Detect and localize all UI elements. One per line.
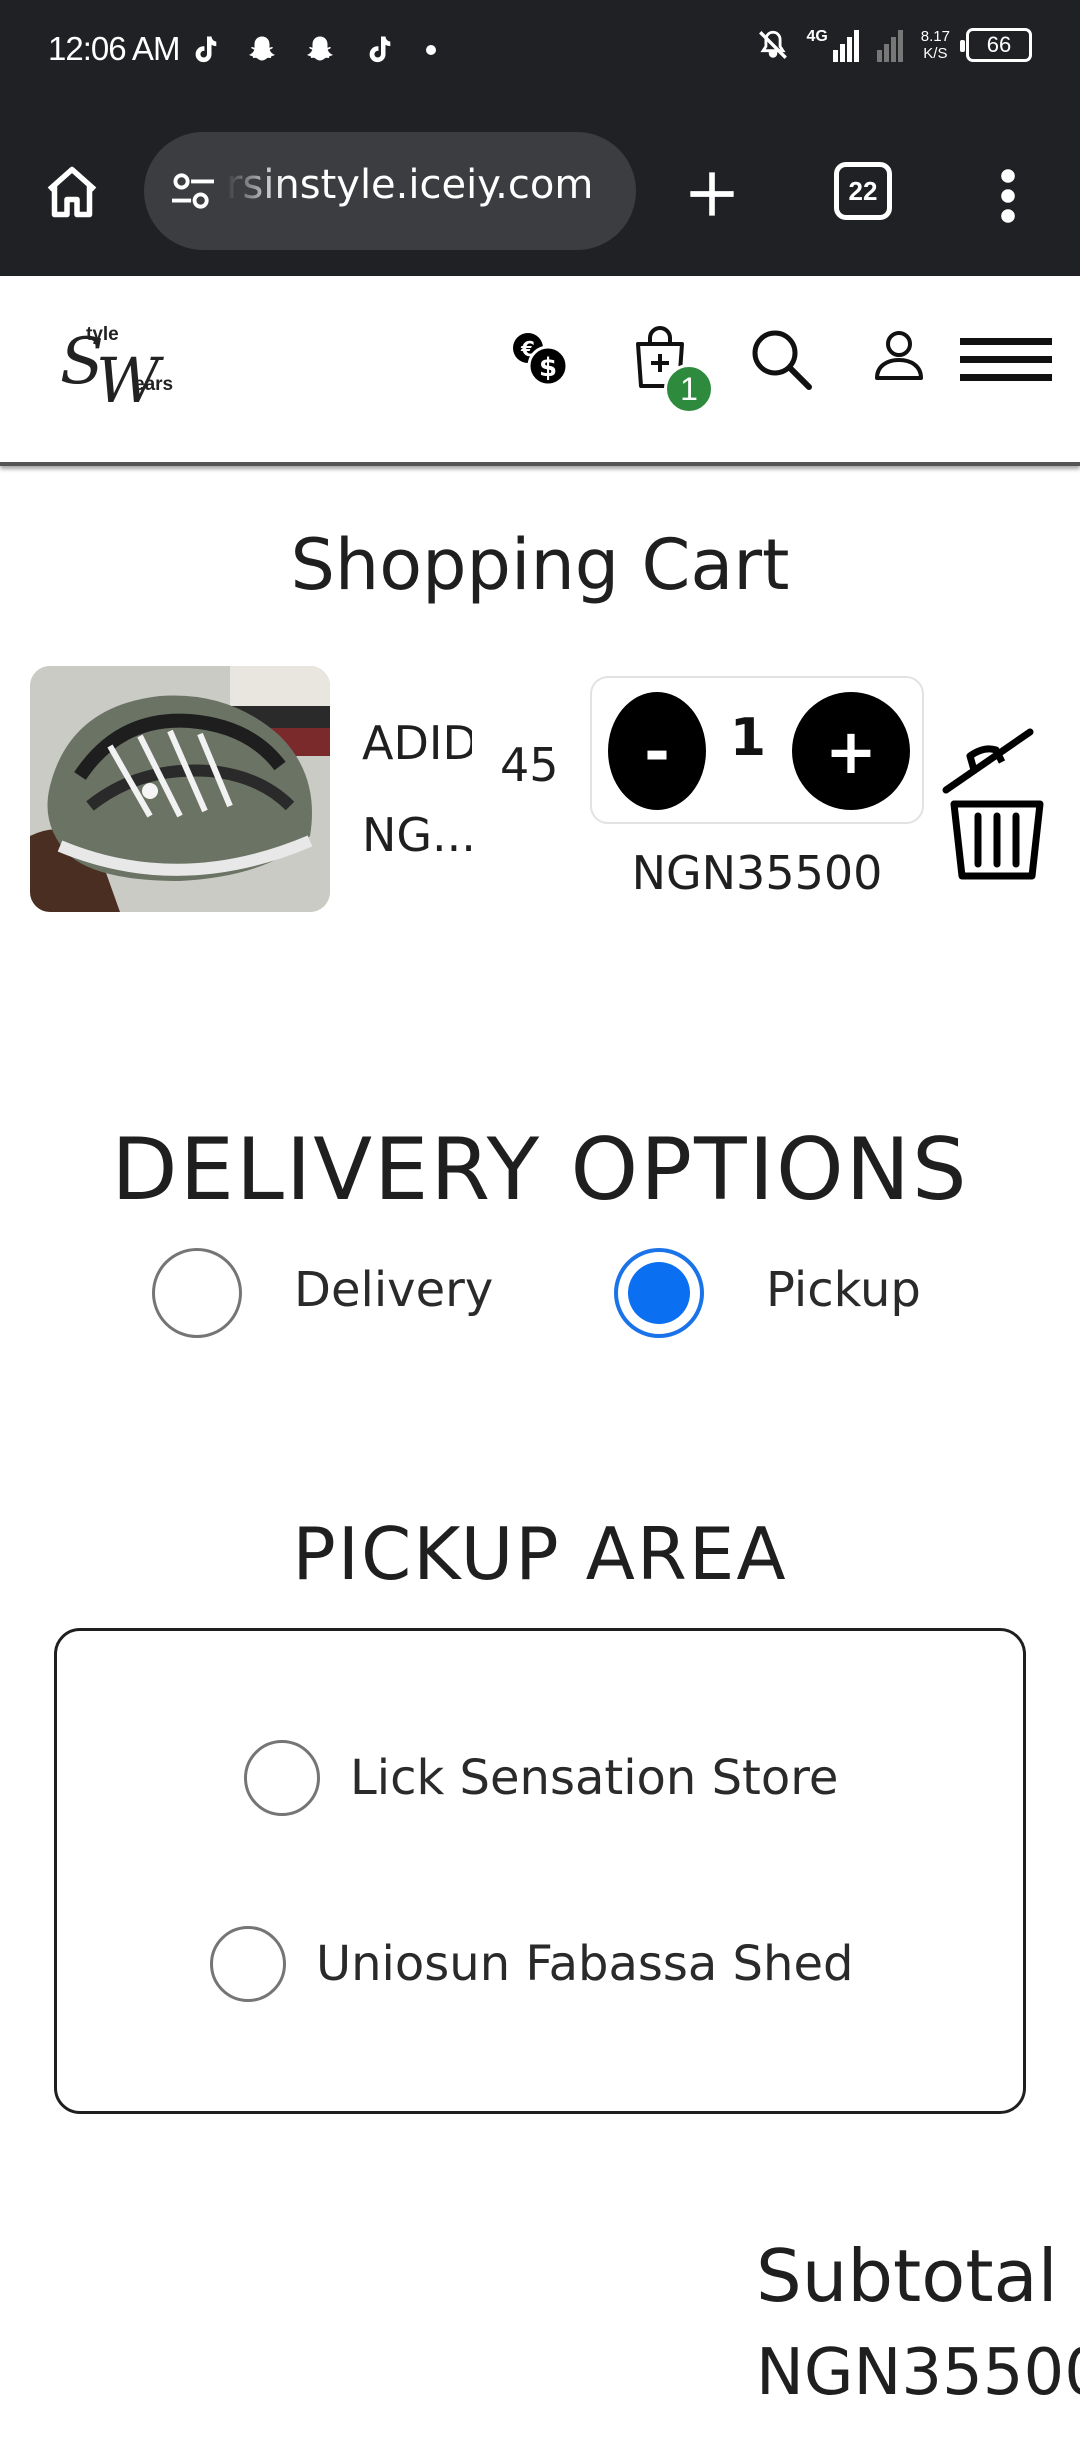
system-status: 4G 8.17 K/S 66 <box>756 28 1032 62</box>
tab-switcher-button[interactable]: 22 <box>834 162 892 220</box>
snapchat-icon <box>249 36 275 61</box>
status-time: 12:06 AM <box>48 30 180 67</box>
signal-bars-icon <box>832 30 859 62</box>
pickup-location-label-uniosun-fabassa[interactable]: Uniosun Fabassa Shed <box>316 1936 853 1992</box>
delivery-option-label[interactable]: Delivery <box>294 1262 493 1318</box>
delete-item-icon[interactable] <box>940 712 1050 882</box>
delivery-radio[interactable] <box>152 1248 242 1338</box>
site-settings-icon[interactable] <box>170 170 216 212</box>
home-icon[interactable] <box>42 162 102 222</box>
quantity-stepper: - 1 + <box>590 676 924 824</box>
subtotal-label: Subtotal <box>756 2234 1058 2318</box>
pickup-area-title: PICKUP AREA <box>292 1512 788 1596</box>
address-bar[interactable]: rsinstyle.iceiy.com <box>144 132 636 250</box>
pickup-location-radio-uniosun-fabassa[interactable] <box>210 1926 286 2002</box>
tiktok-icon <box>369 36 391 63</box>
product-photo-sneaker <box>30 666 330 912</box>
snapchat-icon <box>307 36 333 61</box>
mute-bell-icon <box>759 30 788 59</box>
url-fade <box>226 162 286 222</box>
product-image[interactable] <box>30 666 330 912</box>
notification-icons <box>186 32 436 68</box>
signal-bars-weak-icon <box>876 30 903 62</box>
battery-indicator: 66 <box>960 28 1032 62</box>
network-speed-unit: K/S <box>923 45 948 62</box>
decrease-quantity-button[interactable]: - <box>608 692 706 810</box>
network-type: 4G <box>806 28 828 45</box>
new-tab-icon[interactable] <box>686 168 738 220</box>
more-notifications-dot <box>426 45 436 55</box>
browser-toolbar: rsinstyle.iceiy.com 22 <box>0 110 1080 276</box>
increase-quantity-button[interactable]: + <box>792 692 910 810</box>
site-header: S tyle W ears € $ 1 <box>0 276 1080 466</box>
quantity-value: 1 <box>729 708 767 768</box>
pickup-option-label[interactable]: Pickup <box>766 1262 921 1318</box>
subtotal-value: NGN35500 <box>756 2336 1080 2410</box>
pickup-radio[interactable] <box>614 1248 704 1338</box>
cart-count-badge[interactable]: 1 <box>664 364 714 414</box>
status-bar: 12:06 AM 4G 8.17 K/S 66 <box>0 0 1080 110</box>
pickup-location-label-lick-sensation[interactable]: Lick Sensation Store <box>350 1750 838 1806</box>
pickup-location-radio-lick-sensation[interactable] <box>244 1740 320 1816</box>
network-speed: 8.17 K/S <box>921 28 950 62</box>
logo-text-tyle: tyle <box>86 324 119 345</box>
line-total: NGN35500 <box>631 846 883 900</box>
account-icon[interactable] <box>872 328 926 384</box>
site-logo[interactable]: S tyle W ears <box>54 324 174 420</box>
svg-text:$: $ <box>539 353 557 383</box>
currency-switch-icon[interactable]: € $ <box>508 326 574 392</box>
cart-title: Shopping Cart <box>290 524 790 606</box>
delivery-options-title: DELIVERY OPTIONS <box>111 1120 969 1220</box>
product-price-truncated: NG... <box>362 808 476 862</box>
logo-text-ears: ears <box>134 374 174 395</box>
signal-4g: 4G <box>806 28 860 62</box>
tiktok-icon <box>195 36 217 63</box>
more-options-icon[interactable] <box>996 168 1020 224</box>
hamburger-menu-icon[interactable] <box>960 336 1052 384</box>
search-icon[interactable] <box>748 326 814 392</box>
network-speed-value: 8.17 <box>920 28 950 45</box>
product-name[interactable]: ADIDAS <box>362 716 472 770</box>
product-size: 45 <box>500 738 559 792</box>
pickup-locations-box <box>54 1628 1026 2114</box>
